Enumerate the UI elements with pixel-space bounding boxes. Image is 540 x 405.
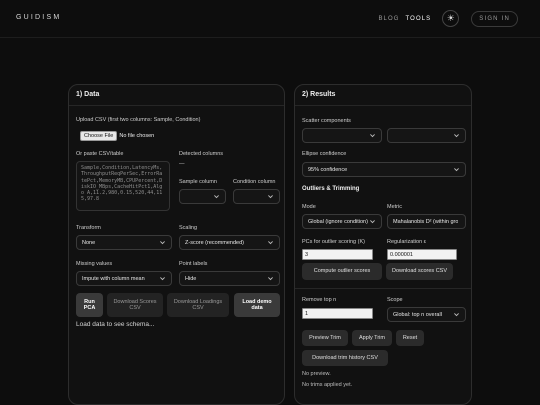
condition-column-select[interactable] xyxy=(233,189,280,204)
theme-toggle-button[interactable]: ☀ xyxy=(442,10,460,27)
file-status: No file chosen xyxy=(119,133,155,139)
download-scores-csv-button[interactable]: Download scores CSV xyxy=(386,263,453,280)
schema-status: Load data to see schema... xyxy=(76,321,155,328)
scope-select[interactable]: Global: top n overall xyxy=(387,307,466,322)
chevron-down-icon xyxy=(268,277,273,281)
detected-columns-value: — xyxy=(179,161,185,167)
trim-status: No trims applied yet. xyxy=(302,382,353,388)
pcs-label: PCs for outlier scoring (K) xyxy=(302,239,365,245)
regularization-label: Regularization ε xyxy=(387,239,427,245)
divider xyxy=(69,105,284,106)
missing-values-value: Impute with column mean xyxy=(82,275,145,282)
condition-column-label: Condition column xyxy=(233,179,276,185)
download-scores-button[interactable]: Download Scores CSV xyxy=(107,293,163,317)
sample-column-label: Sample column xyxy=(179,179,217,185)
point-labels-value: Hide xyxy=(185,275,197,282)
preview-status: No preview. xyxy=(302,371,331,377)
main-nav: BLOG TOOLS ☀ SIGN IN xyxy=(378,10,518,27)
run-pca-button[interactable]: Run PCA xyxy=(76,293,103,317)
mode-label: Mode xyxy=(302,204,316,210)
sun-icon: ☀ xyxy=(446,13,455,23)
brand-logo[interactable]: GUIDISM xyxy=(16,14,61,21)
chevron-down-icon xyxy=(268,241,273,245)
csv-paste-textarea[interactable]: Sample,Condition,LatencyMs,ThroughputReq… xyxy=(76,161,170,211)
load-demo-button[interactable]: Load demo data xyxy=(234,293,280,317)
outliers-trimming-heading: Outliers & Trimming xyxy=(302,186,360,192)
chevron-down-icon xyxy=(454,168,459,172)
download-loadings-button[interactable]: Download Loadings CSV xyxy=(167,293,229,317)
transform-select[interactable]: None xyxy=(76,235,172,250)
apply-trim-button[interactable]: Apply Trim xyxy=(352,330,392,346)
divider xyxy=(295,105,471,106)
top-bar: GUIDISM BLOG TOOLS ☀ SIGN IN xyxy=(0,0,540,38)
results-panel: 2) Results Scatter components Ellipse co… xyxy=(294,84,472,405)
download-trim-history-button[interactable]: Download trim history CSV xyxy=(302,350,388,366)
data-panel-title: 1) Data xyxy=(76,91,100,98)
sample-column-select[interactable] xyxy=(179,189,226,204)
metric-select[interactable]: Mahalanobis D² (within gro xyxy=(387,214,466,229)
data-panel: 1) Data Upload CSV (first two columns: S… xyxy=(68,84,285,405)
ellipse-confidence-select[interactable]: 95% confidence xyxy=(302,162,466,177)
scatter-x-select[interactable] xyxy=(302,128,382,143)
scaling-select[interactable]: Z-score (recommended) xyxy=(179,235,280,250)
missing-values-label: Missing values xyxy=(76,261,113,267)
preview-trim-button[interactable]: Preview Trim xyxy=(302,330,348,346)
metric-label: Metric xyxy=(387,204,402,210)
scatter-components-label: Scatter components xyxy=(302,118,351,124)
file-input[interactable]: Choose File No file chosen xyxy=(80,131,154,141)
point-labels-select[interactable]: Hide xyxy=(179,271,280,286)
mode-select[interactable]: Global (ignore condition) xyxy=(302,214,382,229)
point-labels-label: Point labels xyxy=(179,261,208,267)
nav-tools-link[interactable]: TOOLS xyxy=(406,16,432,22)
chevron-down-icon xyxy=(370,220,375,224)
divider xyxy=(295,288,471,289)
scatter-y-select[interactable] xyxy=(387,128,466,143)
chevron-down-icon xyxy=(214,195,219,199)
ellipse-confidence-label: Ellipse confidence xyxy=(302,151,347,157)
chevron-down-icon xyxy=(370,134,375,138)
scope-label: Scope xyxy=(387,297,403,303)
mode-value: Global (ignore condition) xyxy=(308,218,368,225)
metric-value: Mahalanobis D² (within gro xyxy=(393,218,459,225)
scaling-label: Scaling xyxy=(179,225,198,231)
transform-value: None xyxy=(82,239,96,246)
upload-label: Upload CSV (first two columns: Sample, C… xyxy=(76,117,201,123)
choose-file-button[interactable]: Choose File xyxy=(80,131,118,141)
pcs-input[interactable]: 3 xyxy=(302,249,373,260)
transform-label: Transform xyxy=(76,225,101,231)
scaling-value: Z-score (recommended) xyxy=(185,239,244,246)
paste-label: Or paste CSV/table xyxy=(76,151,124,157)
sign-in-button[interactable]: SIGN IN xyxy=(471,10,518,27)
results-panel-title: 2) Results xyxy=(302,91,336,98)
reset-button[interactable]: Reset xyxy=(396,330,424,346)
missing-values-select[interactable]: Impute with column mean xyxy=(76,271,172,286)
compute-outlier-scores-button[interactable]: Compute outlier scores xyxy=(302,263,382,280)
remove-top-n-label: Remove top n xyxy=(302,297,337,303)
regularization-input[interactable]: 0.000001 xyxy=(387,249,457,260)
chevron-down-icon xyxy=(454,313,459,317)
detected-columns-label: Detected columns xyxy=(179,151,224,157)
chevron-down-icon xyxy=(160,241,165,245)
scope-value: Global: top n overall xyxy=(393,311,442,318)
nav-blog-link[interactable]: BLOG xyxy=(378,16,399,22)
ellipse-confidence-value: 95% confidence xyxy=(308,166,348,173)
chevron-down-icon xyxy=(160,277,165,281)
chevron-down-icon xyxy=(454,134,459,138)
remove-top-n-input[interactable]: 1 xyxy=(302,308,373,319)
chevron-down-icon xyxy=(268,195,273,199)
